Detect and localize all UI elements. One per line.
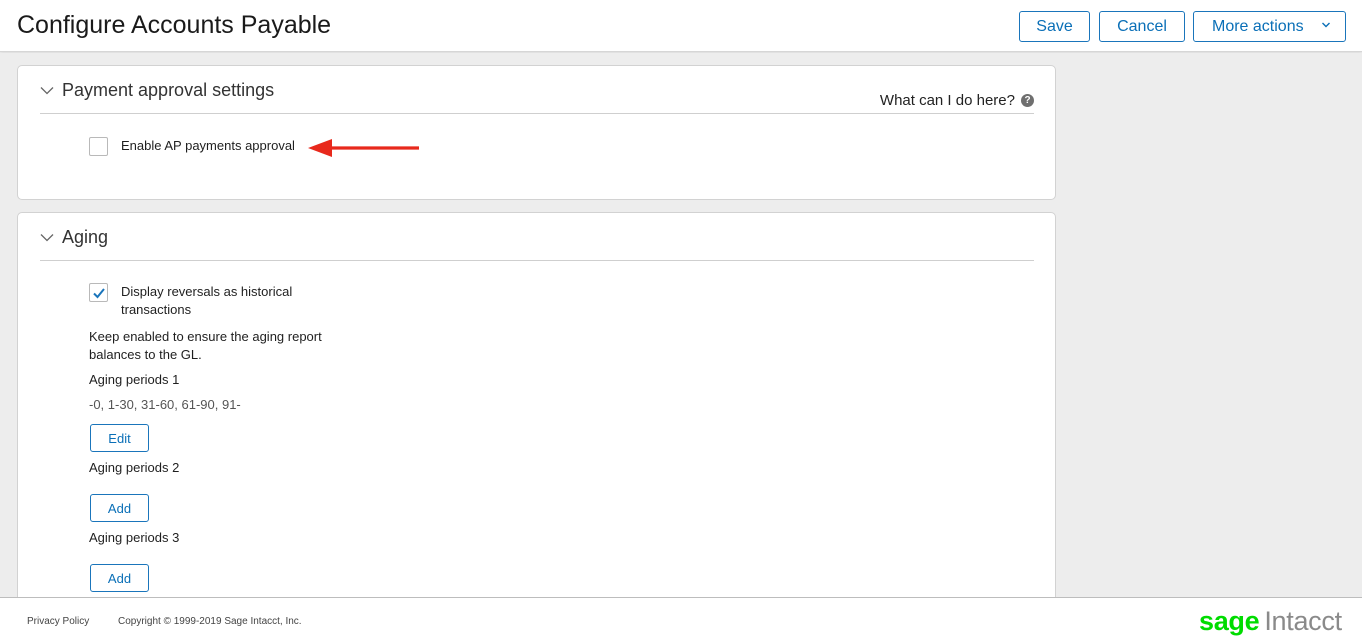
chevron-down-icon	[1322, 22, 1330, 28]
enable-ap-approval-label: Enable AP payments approval	[121, 138, 295, 153]
privacy-policy-link[interactable]: Privacy Policy	[27, 616, 89, 627]
more-actions-button[interactable]: More actions	[1193, 11, 1346, 42]
aging-periods-1-label: Aging periods 1	[89, 372, 180, 387]
main-content[interactable]: Payment approval settings What can I do …	[0, 53, 1362, 597]
aging-panel: Aging Display reversals as historical tr…	[17, 212, 1056, 597]
display-reversals-checkbox[interactable]	[89, 283, 108, 302]
aging-periods-1-edit-button[interactable]: Edit	[90, 424, 149, 452]
display-reversals-label: Display reversals as historical transact…	[121, 283, 292, 319]
cancel-button[interactable]: Cancel	[1099, 11, 1185, 42]
page-footer: Privacy Policy Copyright © 1999-2019 Sag…	[0, 597, 1362, 643]
aging-periods-1-value: -0, 1-30, 31-60, 61-90, 91-	[89, 397, 241, 412]
section-divider	[40, 113, 1034, 114]
page-header: Configure Accounts Payable Save Cancel M…	[0, 0, 1362, 52]
copyright-text: Copyright © 1999-2019 Sage Intacct, Inc.	[118, 616, 302, 627]
more-actions-label: More actions	[1212, 17, 1304, 35]
section-title: Payment approval settings	[62, 80, 275, 100]
save-button[interactable]: Save	[1019, 11, 1090, 42]
payment-approval-header[interactable]: Payment approval settings	[40, 80, 274, 101]
logo-intacct-text: Intacct	[1264, 606, 1342, 636]
help-link-label: What can I do here?	[879, 92, 1015, 109]
aging-periods-2-add-button[interactable]: Add	[90, 494, 149, 522]
sage-intacct-logo: sage Intacct	[1199, 606, 1342, 637]
enable-ap-approval-checkbox[interactable]	[89, 137, 108, 156]
payment-approval-panel: Payment approval settings What can I do …	[17, 65, 1056, 200]
chevron-down-icon	[40, 87, 54, 95]
section-divider	[40, 260, 1034, 261]
aging-periods-3-add-button[interactable]: Add	[90, 564, 149, 592]
aging-note: Keep enabled to ensure the aging report …	[89, 328, 322, 364]
aging-periods-2-label: Aging periods 2	[89, 460, 180, 475]
annotation-arrow-icon	[308, 139, 419, 157]
chevron-down-icon	[40, 234, 54, 242]
aging-note-line1: Keep enabled to ensure the aging report	[89, 329, 322, 344]
aging-periods-3-label: Aging periods 3	[89, 530, 180, 545]
aging-note-line2: balances to the GL.	[89, 347, 202, 362]
aging-header[interactable]: Aging	[40, 227, 108, 248]
logo-sage-text: sage	[1199, 606, 1260, 636]
page-title: Configure Accounts Payable	[17, 11, 332, 39]
question-circle-icon: ?	[1021, 94, 1034, 107]
section-title: Aging	[62, 227, 109, 247]
display-reversals-label-line1: Display reversals as historical	[121, 284, 293, 299]
help-link[interactable]: What can I do here? ?	[880, 92, 1034, 109]
checkmark-icon	[93, 288, 105, 299]
display-reversals-label-line2: transactions	[121, 302, 192, 317]
